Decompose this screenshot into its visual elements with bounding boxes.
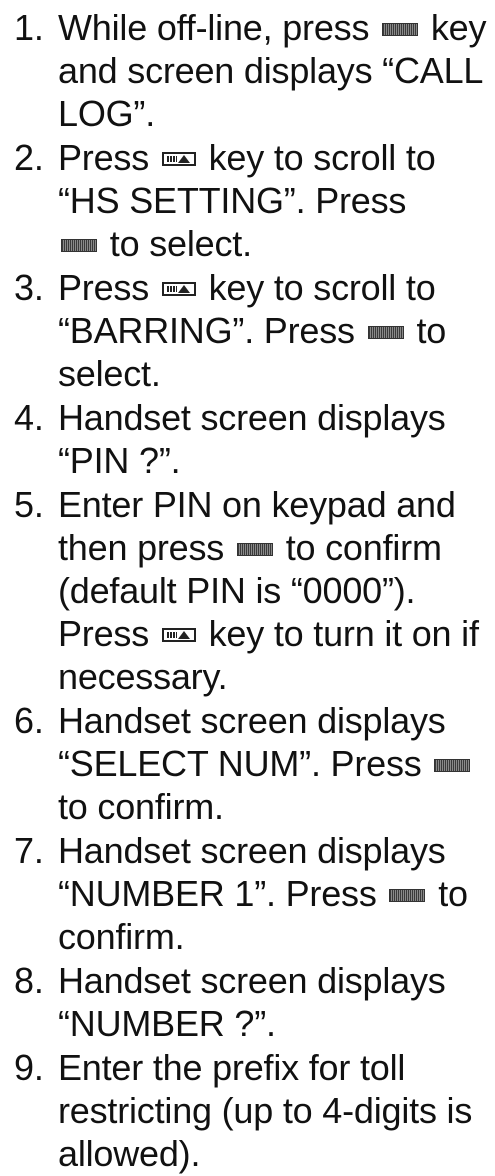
step-text: to select. (100, 223, 252, 264)
menu-ok-key-icon (382, 23, 419, 36)
step-text: Handset screen displays “SELECT NUM”. Pr… (58, 700, 446, 784)
step-number: 5. (14, 484, 44, 525)
step-text: Enter the prefix for toll restricting (u… (58, 1047, 473, 1174)
step-number: 7. (14, 830, 44, 871)
menu-ok-key-icon (236, 543, 273, 556)
t-up-key-icon (161, 282, 196, 296)
step-4: 4. Handset screen displays “PIN ?”. (0, 396, 495, 482)
step-number: 9. (14, 1047, 44, 1088)
step-7: 7. Handset screen displays “NUMBER 1”. P… (0, 829, 495, 958)
step-text: Handset screen displays “NUMBER ?”. (58, 960, 446, 1044)
step-8: 8. Handset screen displays “NUMBER ?”. (0, 959, 495, 1045)
step-number: 3. (14, 267, 44, 308)
step-text: Handset screen displays “NUMBER 1”. Pres… (58, 830, 446, 914)
instruction-steps: 1. While off-line, press key and screen … (0, 6, 495, 1176)
step-number: 4. (14, 397, 44, 438)
step-6: 6. Handset screen displays “SELECT NUM”.… (0, 699, 495, 828)
step-text: Handset screen displays “PIN ?”. (58, 397, 446, 481)
menu-ok-key-icon (389, 889, 426, 902)
menu-ok-key-icon (61, 239, 97, 252)
step-number: 1. (14, 7, 44, 48)
step-text: to confirm. (58, 786, 224, 827)
t-up-key-icon (161, 628, 196, 642)
t-up-key-icon (161, 152, 196, 166)
menu-ok-key-icon (367, 326, 404, 339)
step-number: 8. (14, 960, 44, 1001)
step-3: 3. Press key to scroll to “BARRING”. Pre… (0, 266, 495, 395)
menu-ok-key-icon (434, 759, 471, 772)
step-9: 9. Enter the prefix for toll restricting… (0, 1046, 495, 1175)
step-number: 2. (14, 137, 44, 178)
step-2: 2. Press key to scroll to “HS SETTING”. … (0, 136, 495, 265)
step-text: Press (58, 267, 159, 308)
step-number: 6. (14, 700, 44, 741)
step-text: Press (58, 137, 159, 178)
step-text: While off-line, press (58, 7, 380, 48)
step-5: 5. Enter PIN on keypad and then press to… (0, 483, 495, 698)
step-1: 1. While off-line, press key and screen … (0, 6, 495, 135)
